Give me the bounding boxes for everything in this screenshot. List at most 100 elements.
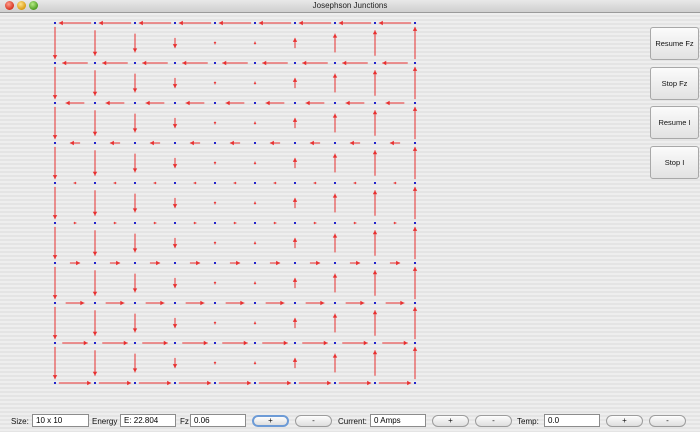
- vertical-current-arrow: [372, 350, 378, 376]
- current-minus-button[interactable]: -: [475, 415, 512, 427]
- horizontal-current-arrow: [302, 340, 328, 346]
- vertical-current-arrow: [412, 346, 418, 380]
- horizontal-current-arrow: [342, 60, 368, 66]
- horizontal-current-arrow: [349, 140, 361, 146]
- current-field[interactable]: [370, 414, 426, 427]
- temp-minus-button[interactable]: -: [649, 415, 686, 427]
- lattice-node: [374, 182, 376, 184]
- stop-i-button[interactable]: Stop I: [650, 146, 699, 179]
- lattice-node: [134, 62, 136, 64]
- horizontal-current-arrow: [193, 221, 197, 225]
- vertical-current-arrow: [253, 361, 257, 365]
- lattice-node: [294, 382, 296, 384]
- lattice-node: [334, 342, 336, 344]
- lattice-node: [254, 182, 256, 184]
- current-plus-button[interactable]: +: [432, 415, 469, 427]
- lattice-node: [54, 262, 56, 264]
- lattice-node: [214, 262, 216, 264]
- lattice-node: [294, 102, 296, 104]
- lattice-node: [94, 222, 96, 224]
- resume-fz-button[interactable]: Resume Fz: [650, 27, 699, 60]
- lattice-node: [174, 102, 176, 104]
- vertical-current-arrow: [332, 313, 338, 333]
- lattice-node: [94, 302, 96, 304]
- lattice-node: [174, 22, 176, 24]
- vertical-current-arrow: [52, 226, 58, 260]
- vertical-current-arrow: [172, 157, 178, 169]
- vertical-current-arrow: [412, 186, 418, 220]
- vertical-current-arrow: [292, 357, 298, 369]
- vertical-current-arrow: [52, 66, 58, 100]
- lattice-node: [254, 102, 256, 104]
- horizontal-current-arrow: [222, 340, 248, 346]
- window-content: Resume Fz Stop Fz Resume I Stop I: [0, 13, 700, 432]
- horizontal-current-arrow: [313, 181, 317, 185]
- fz-plus-button[interactable]: +: [252, 415, 289, 427]
- vertical-current-arrow: [332, 193, 338, 213]
- horizontal-current-arrow: [378, 20, 412, 26]
- temp-label: Temp:: [517, 417, 539, 426]
- vertical-current-arrow: [372, 270, 378, 296]
- lattice-node: [134, 382, 136, 384]
- fz-minus-button[interactable]: -: [295, 415, 332, 427]
- vertical-current-arrow: [253, 241, 257, 245]
- lattice-node: [54, 102, 56, 104]
- vertical-current-arrow: [132, 233, 138, 253]
- lattice-node: [294, 342, 296, 344]
- lattice-node: [94, 142, 96, 144]
- horizontal-current-arrow: [233, 221, 237, 225]
- lattice-node: [294, 262, 296, 264]
- horizontal-current-arrow: [58, 20, 92, 26]
- lattice-node: [334, 62, 336, 64]
- vertical-current-arrow: [253, 201, 257, 205]
- lattice-node: [174, 302, 176, 304]
- fz-field[interactable]: [190, 414, 246, 427]
- horizontal-current-arrow: [298, 380, 332, 386]
- horizontal-current-arrow: [73, 221, 77, 225]
- vertical-current-arrow: [253, 81, 257, 85]
- horizontal-current-arrow: [313, 221, 317, 225]
- lattice-node: [374, 222, 376, 224]
- vertical-current-arrow: [292, 157, 298, 169]
- horizontal-current-arrow: [345, 100, 365, 106]
- lattice-node: [254, 382, 256, 384]
- vertical-current-arrow: [292, 197, 298, 209]
- horizontal-current-arrow: [185, 100, 205, 106]
- vertical-current-arrow: [292, 77, 298, 89]
- lattice-node: [214, 342, 216, 344]
- horizontal-current-arrow: [393, 221, 397, 225]
- temp-plus-button[interactable]: +: [606, 415, 643, 427]
- fz-label: Fz: [180, 417, 189, 426]
- lattice-node: [134, 182, 136, 184]
- size-field[interactable]: [32, 414, 89, 427]
- lattice-node: [414, 22, 416, 24]
- lattice-node: [54, 302, 56, 304]
- vertical-current-arrow: [253, 41, 257, 45]
- vertical-current-arrow: [253, 281, 257, 285]
- energy-field[interactable]: [120, 414, 176, 427]
- horizontal-current-arrow: [338, 20, 372, 26]
- horizontal-current-arrow: [305, 100, 325, 106]
- vertical-current-arrow: [172, 277, 178, 289]
- vertical-current-arrow: [92, 190, 98, 216]
- vertical-current-arrow: [132, 353, 138, 373]
- lattice-node: [374, 342, 376, 344]
- vertical-current-arrow: [372, 190, 378, 216]
- lattice-node: [294, 62, 296, 64]
- lattice-node: [134, 102, 136, 104]
- horizontal-current-arrow: [73, 181, 77, 185]
- lattice-node: [414, 342, 416, 344]
- vertical-current-arrow: [52, 266, 58, 300]
- lattice-node: [94, 262, 96, 264]
- stop-fz-button[interactable]: Stop Fz: [650, 67, 699, 100]
- energy-label: Energy: [92, 417, 118, 426]
- resume-i-button[interactable]: Resume I: [650, 106, 699, 139]
- lattice-node: [414, 142, 416, 144]
- lattice-node: [254, 302, 256, 304]
- temp-field[interactable]: [544, 414, 600, 427]
- horizontal-current-arrow: [98, 20, 132, 26]
- vertical-current-arrow: [92, 110, 98, 136]
- vertical-current-arrow: [172, 117, 178, 129]
- horizontal-current-arrow: [145, 300, 165, 306]
- horizontal-current-arrow: [273, 181, 277, 185]
